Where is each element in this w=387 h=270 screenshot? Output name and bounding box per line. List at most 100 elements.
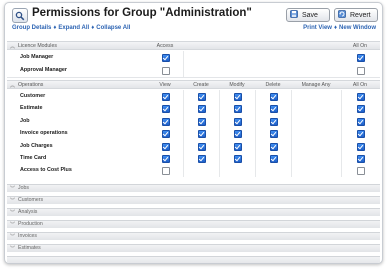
column-divider xyxy=(219,102,220,116)
column-divider xyxy=(341,114,342,128)
group-details-link[interactable]: Group Details xyxy=(12,25,51,31)
access-checkbox[interactable] xyxy=(162,54,170,62)
table-row: Approval Manager xyxy=(7,64,380,78)
modify-checkbox[interactable] xyxy=(234,117,242,126)
collapsed-section-production[interactable]: ︾ Production xyxy=(7,220,380,228)
column-divider xyxy=(255,102,256,116)
modify-checkbox[interactable] xyxy=(234,130,242,139)
column-divider xyxy=(255,90,256,103)
view-checkbox[interactable] xyxy=(162,93,170,101)
view-checkbox[interactable] xyxy=(162,105,170,114)
delete-checkbox[interactable] xyxy=(270,105,278,114)
create-checkbox[interactable] xyxy=(198,155,206,163)
column-divider xyxy=(183,164,184,178)
link-separator: ♦ xyxy=(333,25,338,31)
chevron-down-icon: ︾ xyxy=(10,222,16,228)
all-on-checkbox[interactable] xyxy=(357,54,365,62)
view-checkbox[interactable] xyxy=(162,117,170,126)
column-header-all-on: All On xyxy=(352,82,368,88)
column-divider xyxy=(341,152,342,165)
create-checkbox[interactable] xyxy=(198,93,206,101)
row-label: Customer xyxy=(20,93,46,99)
all-on-checkbox[interactable] xyxy=(357,117,365,126)
view-checkbox[interactable] xyxy=(162,155,170,163)
column-divider xyxy=(291,114,292,128)
collapsed-section-analysis[interactable]: ︾ Analysis xyxy=(7,208,380,216)
revert-button-label: Revert xyxy=(350,11,371,19)
panel-footer xyxy=(7,256,380,263)
row-label: Job Manager xyxy=(20,54,54,60)
column-divider xyxy=(341,102,342,116)
column-divider xyxy=(255,127,256,141)
all-on-checkbox[interactable] xyxy=(357,167,365,176)
all-on-checkbox[interactable] xyxy=(357,93,365,101)
group-links: Group Details ♦ Expand All ♦ Collapse All xyxy=(12,25,130,31)
modify-checkbox[interactable] xyxy=(234,155,242,163)
modify-checkbox[interactable] xyxy=(234,105,242,114)
delete-checkbox[interactable] xyxy=(270,93,278,101)
section-title: Customers xyxy=(18,197,44,203)
column-divider xyxy=(291,127,292,141)
table-row: Job Charges xyxy=(7,139,380,153)
row-label: Approval Manager xyxy=(20,67,68,73)
column-divider xyxy=(219,139,220,153)
chevron-up-icon: ︽ xyxy=(10,83,16,89)
view-checkbox[interactable] xyxy=(162,130,170,139)
column-header-manage-any: Manage Any xyxy=(301,82,331,88)
column-divider xyxy=(255,164,256,178)
all-on-checkbox[interactable] xyxy=(357,67,365,75)
expand-all-link[interactable]: Expand All xyxy=(58,25,89,31)
table-row: Estimate xyxy=(7,102,380,116)
table-row: Time Card xyxy=(7,152,380,165)
collapsed-section-estimates[interactable]: ︾ Estimates xyxy=(7,244,380,252)
section-title: Production xyxy=(18,221,43,227)
link-separator: ♦ xyxy=(53,25,57,31)
access-checkbox[interactable] xyxy=(162,67,170,75)
column-divider xyxy=(291,152,292,165)
column-divider xyxy=(291,102,292,116)
delete-checkbox[interactable] xyxy=(270,142,278,151)
collapsed-section-customers[interactable]: ︾ Customers xyxy=(7,196,380,204)
create-checkbox[interactable] xyxy=(198,142,206,151)
row-label: Invoice operations xyxy=(20,130,68,137)
section-title: Analysis xyxy=(18,209,38,215)
table-row: Access to Cost Plus xyxy=(7,164,380,178)
column-divider xyxy=(183,152,184,165)
column-divider xyxy=(183,64,184,77)
column-header-modify: Modify xyxy=(229,82,245,88)
column-divider xyxy=(341,164,342,178)
column-divider xyxy=(183,90,184,103)
save-button[interactable]: Save xyxy=(286,8,330,22)
column-divider xyxy=(219,127,220,141)
modify-checkbox[interactable] xyxy=(234,142,242,151)
view-links: Print View ♦ New Window xyxy=(303,25,376,31)
collapse-all-link[interactable]: Collapse All xyxy=(96,25,130,31)
column-divider xyxy=(341,139,342,153)
all-on-checkbox[interactable] xyxy=(357,105,365,114)
column-divider xyxy=(341,90,342,103)
chevron-up-icon: ︽ xyxy=(10,44,16,50)
create-checkbox[interactable] xyxy=(198,105,206,114)
revert-button[interactable]: Revert xyxy=(334,8,378,22)
view-checkbox[interactable] xyxy=(162,142,170,151)
modify-checkbox[interactable] xyxy=(234,93,242,101)
all-on-checkbox[interactable] xyxy=(357,155,365,163)
delete-checkbox[interactable] xyxy=(270,130,278,139)
create-checkbox[interactable] xyxy=(198,130,206,139)
section-title: Invoices xyxy=(18,233,38,239)
column-divider xyxy=(183,127,184,141)
create-checkbox[interactable] xyxy=(198,117,206,126)
all-on-checkbox[interactable] xyxy=(357,130,365,139)
operations-header[interactable]: ︽ Operations View Create Modify Delete M… xyxy=(7,80,380,89)
delete-checkbox[interactable] xyxy=(270,155,278,163)
view-checkbox[interactable] xyxy=(162,167,170,176)
all-on-checkbox[interactable] xyxy=(357,142,365,151)
magnifier-icon xyxy=(12,8,28,23)
licence-modules-header[interactable]: ︽ Licence Modules Access All On xyxy=(7,41,380,50)
print-view-link[interactable]: Print View xyxy=(303,25,332,31)
collapsed-section-invoices[interactable]: ︾ Invoices xyxy=(7,232,380,240)
collapsed-section-jobs[interactable]: ︾ Jobs xyxy=(7,184,380,192)
delete-checkbox[interactable] xyxy=(270,117,278,126)
new-window-link[interactable]: New Window xyxy=(339,25,376,31)
section-title: Licence Modules xyxy=(18,43,57,49)
